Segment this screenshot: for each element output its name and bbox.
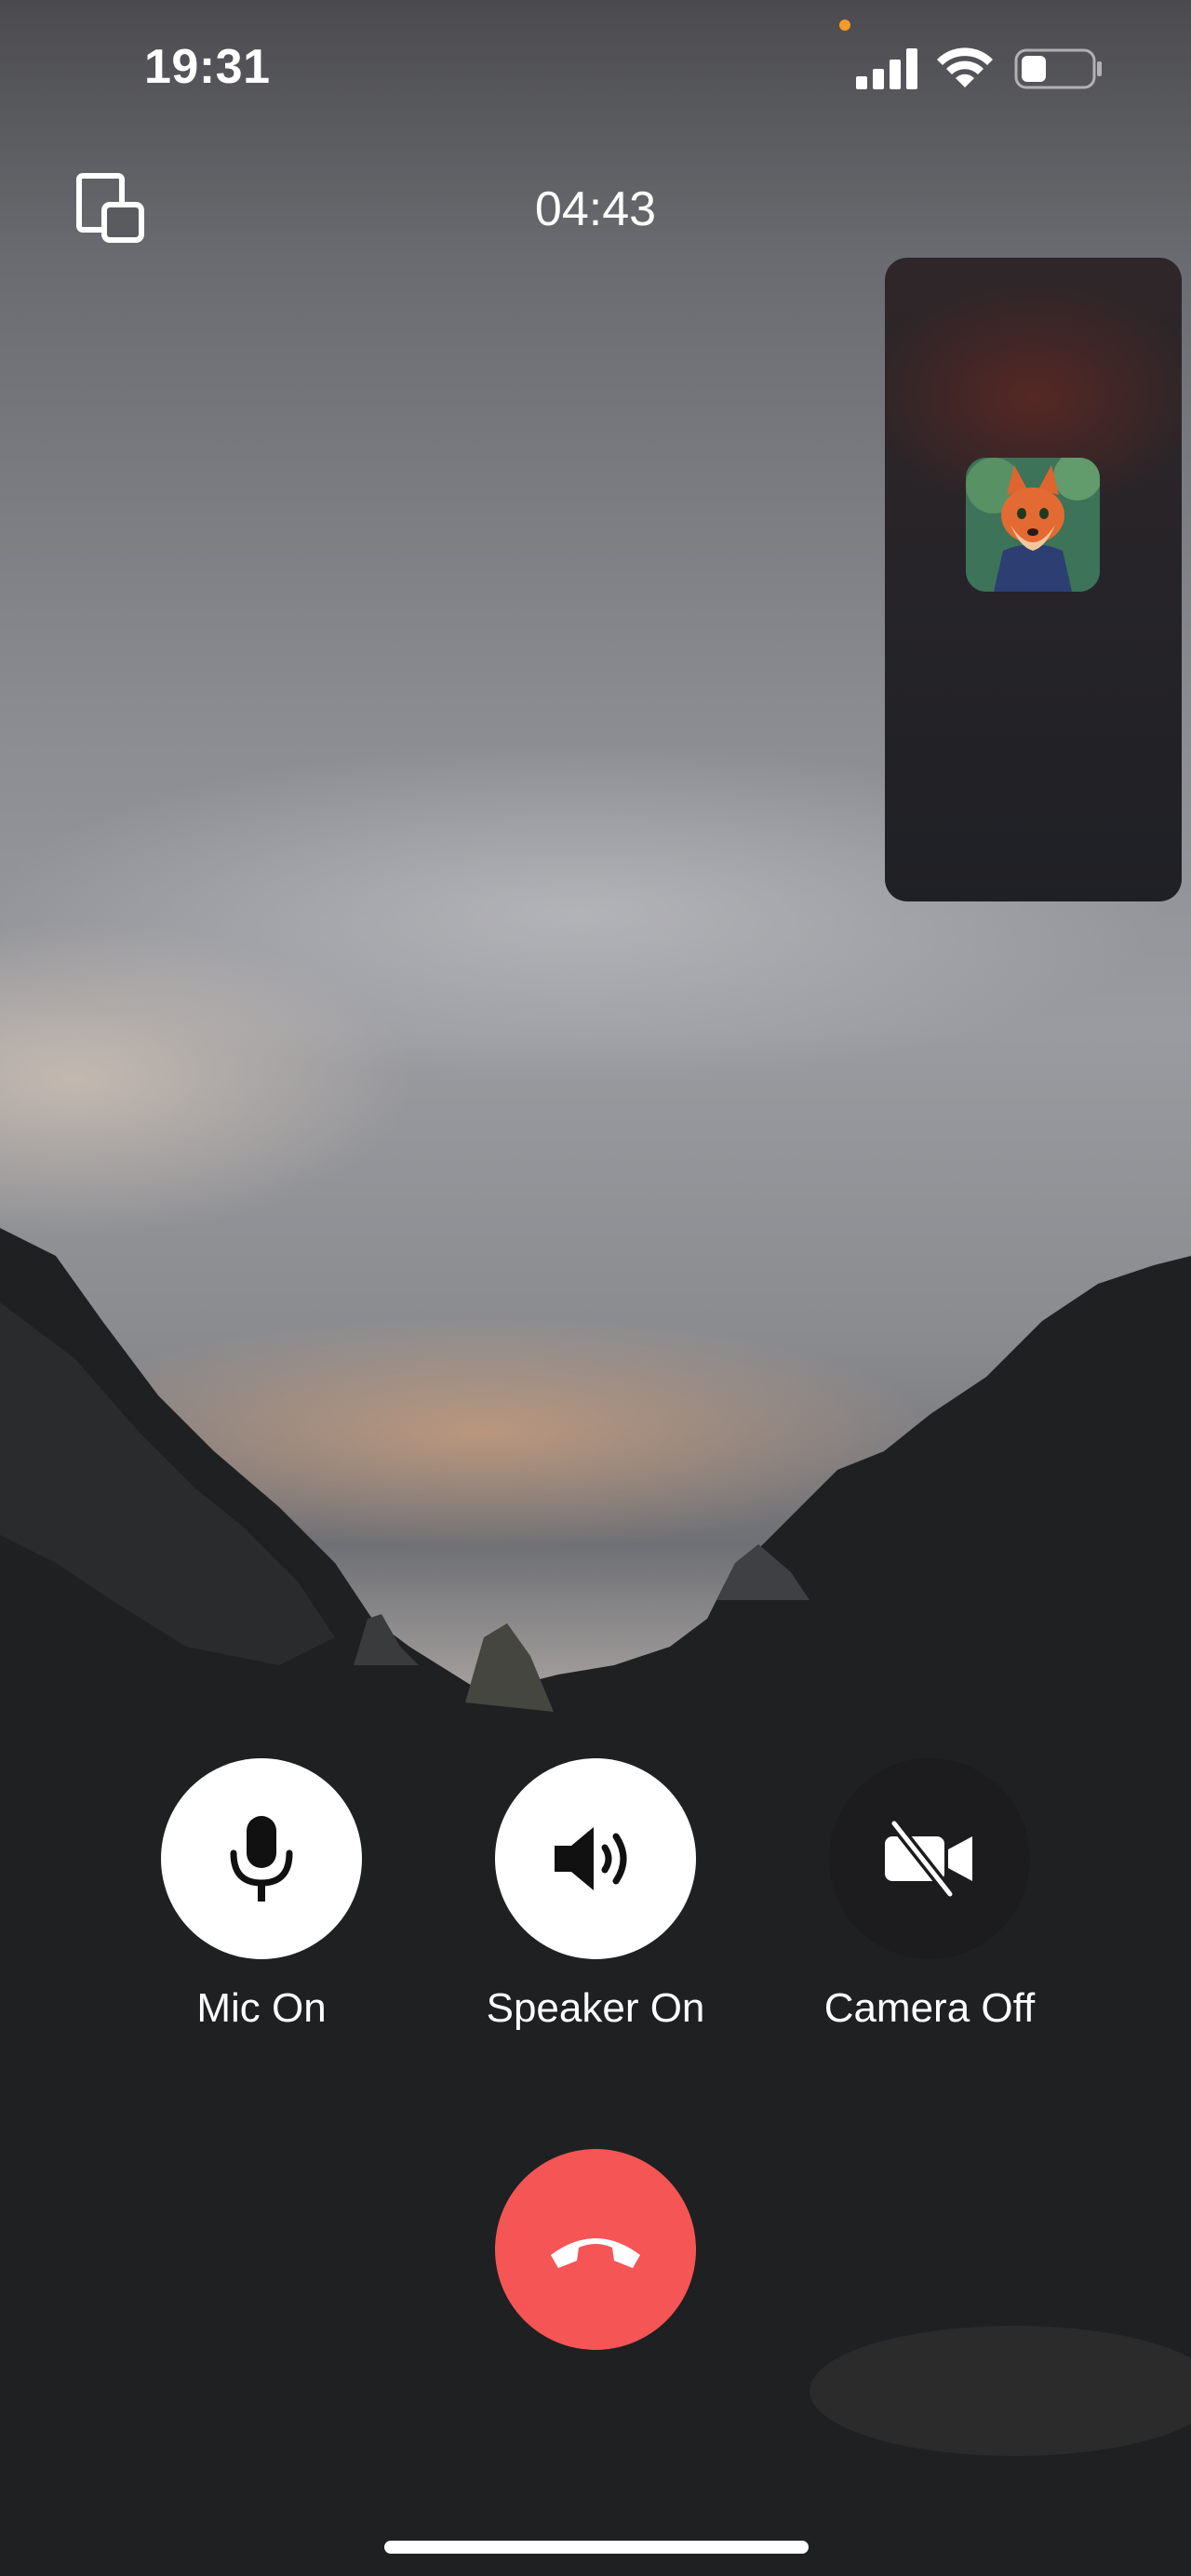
fox-avatar-icon — [966, 458, 1100, 592]
speaker-label: Speaker On — [486, 1985, 705, 2031]
speaker-toggle[interactable]: Speaker On — [487, 1758, 704, 2032]
mic-toggle[interactable]: Mic On — [161, 1758, 362, 2032]
battery-low-icon — [1014, 48, 1102, 89]
status-time: 19:31 — [144, 40, 271, 94]
call-duration: 04:43 — [534, 182, 657, 236]
mic-button[interactable] — [161, 1758, 362, 1959]
speaker-icon — [555, 1827, 627, 1890]
camera-label: Camera Off — [823, 1985, 1036, 2031]
pip-preview[interactable] — [885, 258, 1182, 901]
camera-button[interactable] — [829, 1758, 1030, 1959]
camera-off-icon — [885, 1820, 972, 1898]
microphone-icon — [230, 1816, 293, 1902]
speaker-button[interactable] — [495, 1758, 696, 1959]
status-bar: 19:31 — [0, 0, 1191, 140]
recording-indicator — [839, 20, 850, 31]
hang-up-icon — [551, 2238, 640, 2268]
home-indicator[interactable] — [384, 2541, 809, 2554]
mic-label: Mic On — [196, 1985, 327, 2031]
cellular-signal-icon — [856, 48, 917, 89]
hang-up-button[interactable] — [495, 2149, 696, 2350]
camera-toggle[interactable]: Camera Off — [824, 1758, 1035, 2032]
wifi-icon — [937, 47, 993, 87]
